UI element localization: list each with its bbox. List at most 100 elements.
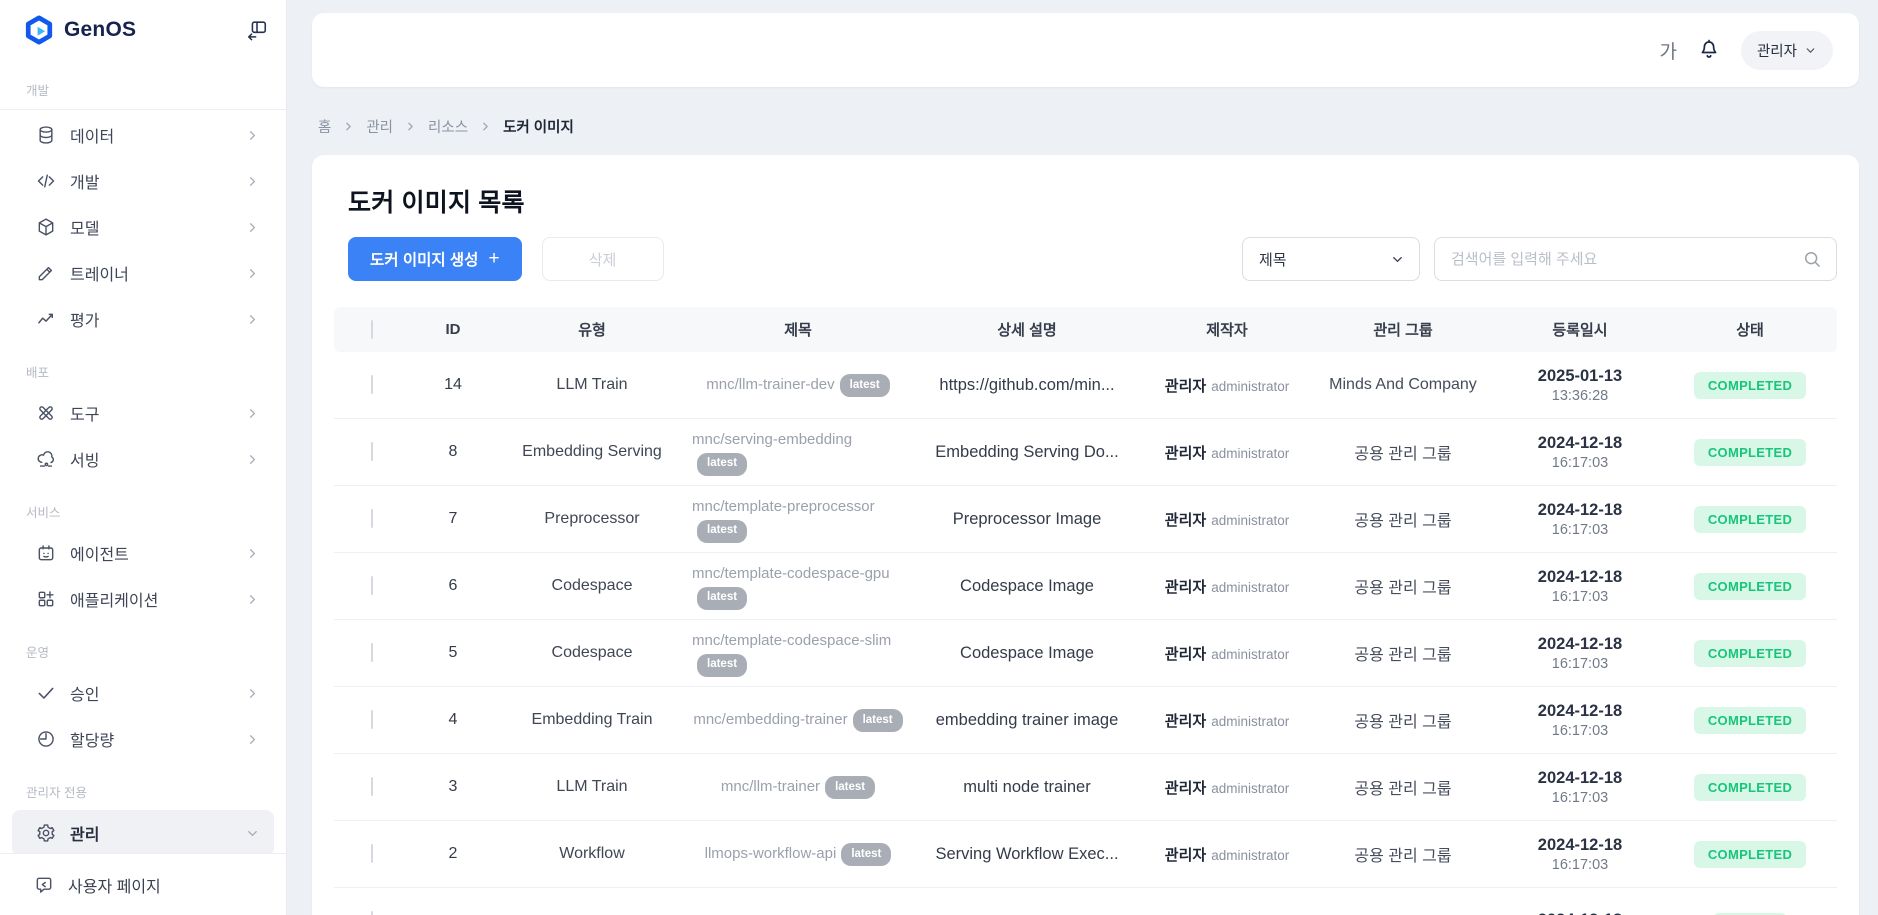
table-body: 14 LLM Train mnc/llm-trainer-devlatest h… (334, 352, 1837, 915)
create-button-label: 도커 이미지 생성 (370, 248, 478, 270)
creator-username: administrator (1211, 379, 1289, 394)
cell-status: COMPLETED (1663, 841, 1837, 868)
column-header-group: 관리 그룹 (1309, 319, 1497, 340)
database-icon (36, 125, 56, 145)
cell-description: multi node trainer (909, 778, 1145, 797)
cell-status: COMPLETED (1663, 372, 1837, 399)
status-badge: COMPLETED (1694, 439, 1806, 466)
chevron-right-icon (245, 312, 260, 327)
registered-time: 16:17:03 (1497, 455, 1663, 471)
cell-creator: 관리자administrator (1145, 844, 1309, 865)
column-header-registered: 등록일시 (1497, 319, 1663, 340)
breadcrumb-resource[interactable]: 리소스 (428, 116, 468, 137)
table-row[interactable]: 4 Embedding Train mnc/embedding-trainerl… (334, 687, 1837, 754)
creator-name: 관리자 (1165, 512, 1206, 529)
breadcrumb-admin[interactable]: 관리 (366, 116, 393, 137)
row-checkbox[interactable] (371, 643, 373, 662)
sidebar-item-user-page[interactable]: 사용자 페이지 (0, 853, 286, 915)
table-row[interactable]: 8 Embedding Serving mnc/serving-embeddin… (334, 419, 1837, 486)
row-checkbox[interactable] (371, 509, 373, 528)
registered-time: 16:17:03 (1497, 522, 1663, 538)
cell-status: COMPLETED (1663, 506, 1837, 533)
create-docker-image-button[interactable]: 도커 이미지 생성 + (348, 237, 522, 281)
sidebar-item-agent[interactable]: 에이전트 (12, 530, 274, 576)
table-row[interactable]: 5 Codespace mnc/template-codespace-sliml… (334, 620, 1837, 687)
image-name: mnc/template-codespace-gpu (692, 565, 890, 582)
row-checkbox[interactable] (371, 710, 373, 729)
brand-logo[interactable]: GenOS (24, 15, 136, 45)
sidebar-item-data[interactable]: 데이터 (12, 112, 274, 158)
user-menu-button[interactable]: 관리자 (1741, 31, 1833, 70)
sidebar-item-application[interactable]: 애플리케이션 (12, 576, 274, 622)
chevron-right-icon (245, 732, 260, 747)
registered-date: 2024-12-18 (1497, 434, 1663, 453)
chevron-right-icon (245, 406, 260, 421)
creator-name: 관리자 (1165, 445, 1206, 462)
row-checkbox[interactable] (371, 576, 373, 595)
select-all-checkbox[interactable] (371, 320, 373, 339)
row-checkbox[interactable] (371, 375, 373, 394)
cell-type: Codespace (497, 577, 687, 595)
cell-registered: 2024-12-18 (1497, 911, 1663, 915)
cell-group: 공용 관리 그룹 (1309, 842, 1497, 866)
row-checkbox[interactable] (371, 777, 373, 796)
cell-registered: 2024-12-18 16:17:03 (1497, 635, 1663, 672)
registered-time: 16:17:03 (1497, 589, 1663, 605)
cell-status: COMPLETED (1663, 439, 1837, 466)
cell-id: 6 (409, 577, 497, 595)
code-icon (36, 171, 56, 191)
sidebar-item-approval[interactable]: 승인 (12, 670, 274, 716)
notification-bell-icon[interactable] (1697, 38, 1721, 62)
table-row[interactable]: 3 LLM Train mnc/llm-trainerlatest multi … (334, 754, 1837, 821)
registered-date: 2024-12-18 (1497, 911, 1663, 915)
registered-date: 2024-12-18 (1497, 568, 1663, 587)
table-row[interactable]: 2024-12-18 (334, 888, 1837, 915)
search-input[interactable] (1451, 251, 1802, 268)
row-checkbox[interactable] (371, 442, 373, 461)
cell-id: 7 (409, 510, 497, 528)
column-header-creator: 제작자 (1145, 319, 1309, 340)
table-row[interactable]: 2 Workflow llmops-workflow-apilatest Ser… (334, 821, 1837, 888)
sidebar-item-label: 에이전트 (70, 541, 129, 565)
row-checkbox[interactable] (371, 844, 373, 863)
table-row[interactable]: 7 Preprocessor mnc/template-preprocessor… (334, 486, 1837, 553)
sidebar-item-admin[interactable]: 관리 (12, 810, 274, 856)
search-field-select[interactable]: 제목 (1242, 237, 1420, 281)
sidebar-item-tools[interactable]: 도구 (12, 390, 274, 436)
sidebar-item-quota[interactable]: 할당량 (12, 716, 274, 762)
toolbar: 도커 이미지 생성 + 삭제 제목 (334, 237, 1837, 281)
sidebar-item-model[interactable]: 모델 (12, 204, 274, 250)
font-size-button[interactable]: 가 (1659, 37, 1676, 64)
sidebar-item-trainer[interactable]: 트레이너 (12, 250, 274, 296)
row-checkbox[interactable] (371, 911, 373, 915)
tag-badge: latest (853, 709, 903, 732)
registered-date: 2024-12-18 (1497, 702, 1663, 721)
image-name: mnc/serving-embedding (692, 431, 852, 448)
sidebar-collapse-icon[interactable] (246, 19, 268, 41)
cell-group: 공용 관리 그룹 (1309, 775, 1497, 799)
tag-badge: latest (697, 520, 747, 543)
sidebar-item-label: 모델 (70, 215, 99, 239)
cell-title: mnc/template-preprocessorlatest (687, 495, 909, 543)
cell-description: Preprocessor Image (909, 510, 1145, 529)
cell-creator: 관리자administrator (1145, 643, 1309, 664)
cell-group: 공용 관리 그룹 (1309, 641, 1497, 665)
registered-time: 16:17:03 (1497, 857, 1663, 873)
chevron-down-icon (1390, 252, 1405, 267)
chevron-down-icon (245, 826, 260, 841)
creator-username: administrator (1211, 714, 1289, 729)
chevron-right-icon (245, 546, 260, 561)
breadcrumb-home[interactable]: 홈 (318, 116, 331, 137)
creator-username: administrator (1211, 781, 1289, 796)
delete-button[interactable]: 삭제 (542, 237, 664, 281)
sidebar-item-serving[interactable]: 서빙 (12, 436, 274, 482)
chevron-right-icon (245, 592, 260, 607)
sidebar-item-evaluation[interactable]: 평가 (12, 296, 274, 342)
table-row[interactable]: 6 Codespace mnc/template-codespace-gpula… (334, 553, 1837, 620)
table-row[interactable]: 14 LLM Train mnc/llm-trainer-devlatest h… (334, 352, 1837, 419)
registered-time: 16:17:03 (1497, 723, 1663, 739)
search-icon[interactable] (1802, 249, 1822, 269)
sidebar-item-develop[interactable]: 개발 (12, 158, 274, 204)
image-name: mnc/llm-trainer-dev (706, 376, 834, 393)
sidebar-item-label: 데이터 (70, 123, 114, 147)
